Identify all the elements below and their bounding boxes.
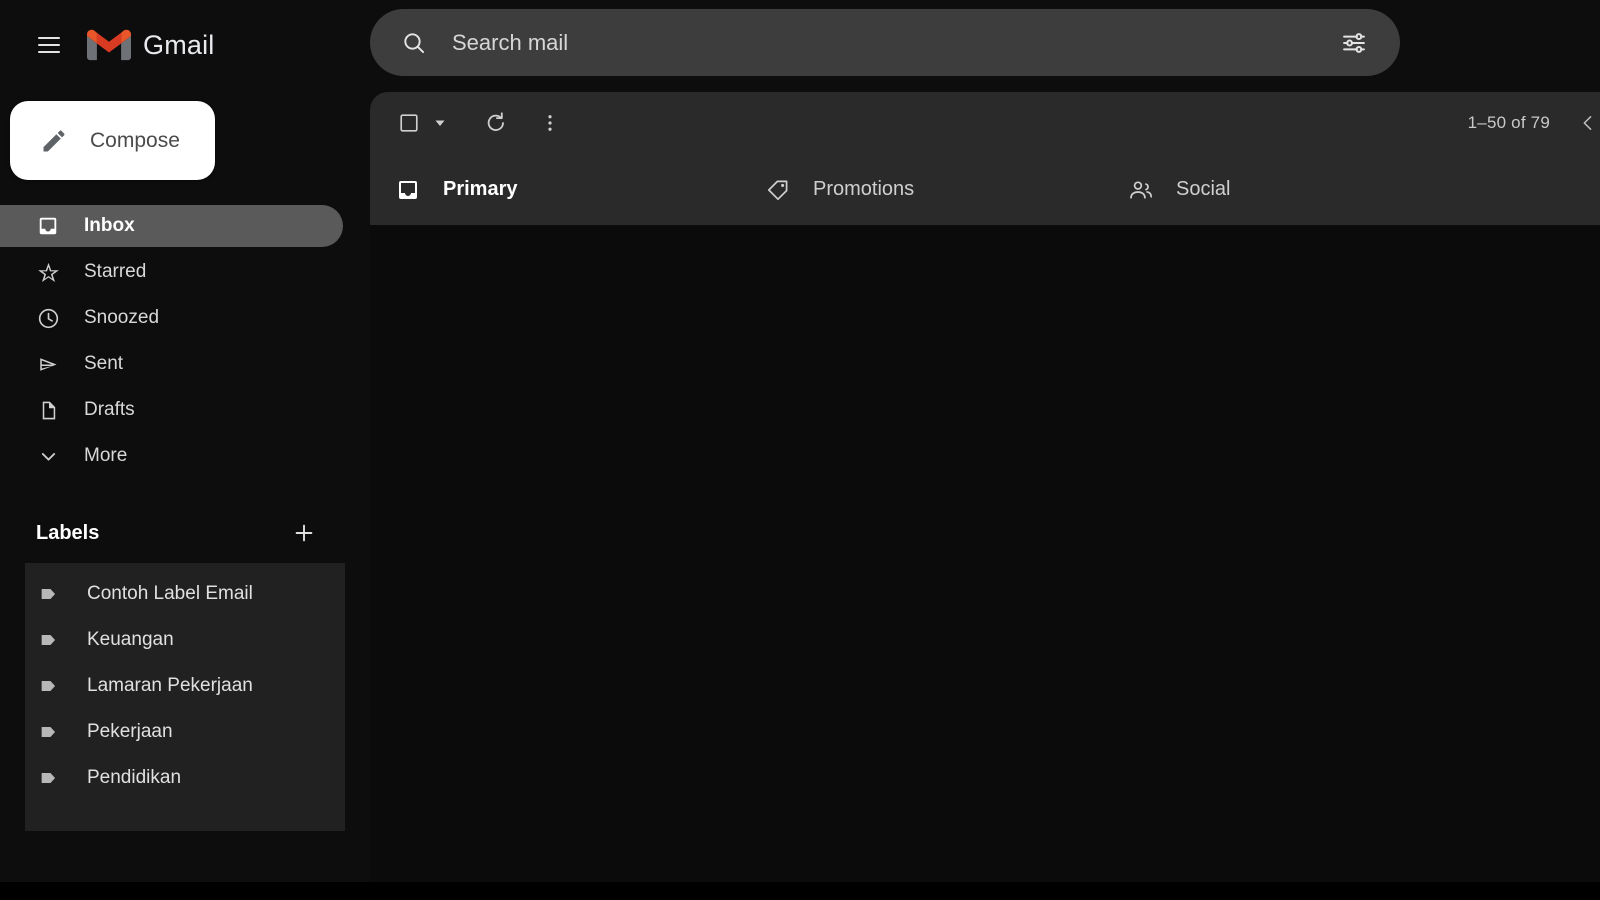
sidebar-item-label: Inbox [84, 215, 135, 236]
label-item-pekerjaan[interactable]: Pekerjaan [25, 709, 345, 755]
sidebar-nav-list: Inbox Starred Snoozed Sent Drafts More [0, 205, 368, 481]
sidebar-item-label: Drafts [84, 399, 135, 420]
sidebar-item-sent[interactable]: Sent [0, 343, 343, 385]
plus-icon[interactable] [289, 518, 319, 548]
category-tabs: Primary Promotions Social [370, 154, 1600, 225]
checkbox-unchecked-icon[interactable] [392, 106, 426, 140]
page-range-text: 1–50 of 79 [1467, 113, 1550, 132]
label-item-label: Lamaran Pekerjaan [87, 675, 253, 696]
compose-button[interactable]: Compose [10, 101, 215, 180]
hamburger-menu-icon[interactable] [25, 21, 73, 69]
tab-label: Social [1176, 178, 1231, 200]
label-tag-icon [37, 766, 61, 790]
window-bottom-strip [0, 882, 1600, 900]
star-outline-icon [36, 260, 60, 284]
labels-title: Labels [36, 521, 100, 544]
label-item-keuangan[interactable]: Keuangan [25, 617, 345, 663]
sidebar-item-label: More [84, 445, 128, 466]
pencil-edit-icon [43, 129, 65, 151]
select-all-control [392, 106, 452, 140]
label-tag-icon [37, 674, 61, 698]
clock-icon [36, 306, 60, 330]
sidebar-item-starred[interactable]: Starred [0, 251, 343, 293]
pagination: 1–50 of 79 [1468, 103, 1600, 143]
search-input[interactable] [452, 29, 1336, 56]
tune-filter-icon[interactable] [1336, 25, 1372, 61]
send-icon [36, 352, 60, 376]
sidebar-item-label: Sent [84, 353, 124, 374]
mail-panel: 1–50 of 79 Primary Promotions Social [370, 92, 1600, 225]
label-item-label: Contoh Label Email [87, 583, 253, 604]
tab-label: Primary [443, 178, 518, 200]
refresh-icon[interactable] [476, 103, 516, 143]
gmail-logo-icon [87, 29, 131, 61]
more-vertical-icon[interactable] [530, 103, 570, 143]
people-icon [1128, 177, 1154, 203]
sidebar-item-snoozed[interactable]: Snoozed [0, 297, 343, 339]
label-item-label: Pendidikan [87, 767, 182, 788]
tag-icon [765, 177, 791, 203]
tab-social[interactable]: Social [1128, 154, 1488, 225]
label-item-contoh-label-email[interactable]: Contoh Label Email [25, 571, 345, 617]
label-tag-icon [37, 720, 61, 744]
sidebar-item-more[interactable]: More [0, 435, 343, 477]
tab-promotions[interactable]: Promotions [765, 154, 1128, 225]
label-tag-icon [37, 628, 61, 652]
tab-label: Promotions [813, 178, 915, 200]
inbox-tab-icon [395, 177, 421, 203]
gmail-app-window: Gmail Compose Inbox Starred Snoozed Sent… [0, 0, 1600, 900]
mail-toolbar: 1–50 of 79 [370, 92, 1600, 154]
message-list[interactable] [370, 225, 1600, 900]
brand-title: Gmail [143, 29, 215, 60]
sidebar-item-label: Starred [84, 261, 147, 282]
labels-list-panel: Contoh Label Email Keuangan Lamaran Peke… [25, 563, 345, 831]
menu-bar-1 [38, 37, 60, 39]
brand[interactable]: Gmail [87, 28, 215, 62]
menu-bar-2 [38, 44, 60, 46]
inbox-icon [36, 214, 60, 238]
label-item-label: Pekerjaan [87, 721, 173, 742]
search-icon[interactable] [396, 25, 432, 61]
document-icon [36, 398, 60, 422]
tab-primary[interactable]: Primary [395, 154, 765, 225]
chevron-down-icon [36, 444, 60, 468]
sidebar-item-inbox[interactable]: Inbox [0, 205, 343, 247]
sidebar-item-drafts[interactable]: Drafts [0, 389, 343, 431]
menu-bar-3 [38, 51, 60, 53]
label-tag-icon [37, 582, 61, 606]
label-item-pendidikan[interactable]: Pendidikan [25, 755, 345, 801]
label-item-lamaran-pekerjaan[interactable]: Lamaran Pekerjaan [25, 663, 345, 709]
caret-down-icon[interactable] [428, 106, 452, 140]
chevron-left-icon[interactable] [1568, 103, 1600, 143]
search-bar[interactable] [370, 9, 1400, 76]
labels-section-header: Labels [0, 512, 345, 554]
sidebar-item-label: Snoozed [84, 307, 160, 328]
sidebar: Gmail Compose Inbox Starred Snoozed Sent… [0, 0, 368, 900]
label-item-label: Keuangan [87, 629, 174, 650]
compose-label: Compose [90, 128, 180, 152]
sidebar-header: Gmail [0, 0, 368, 90]
